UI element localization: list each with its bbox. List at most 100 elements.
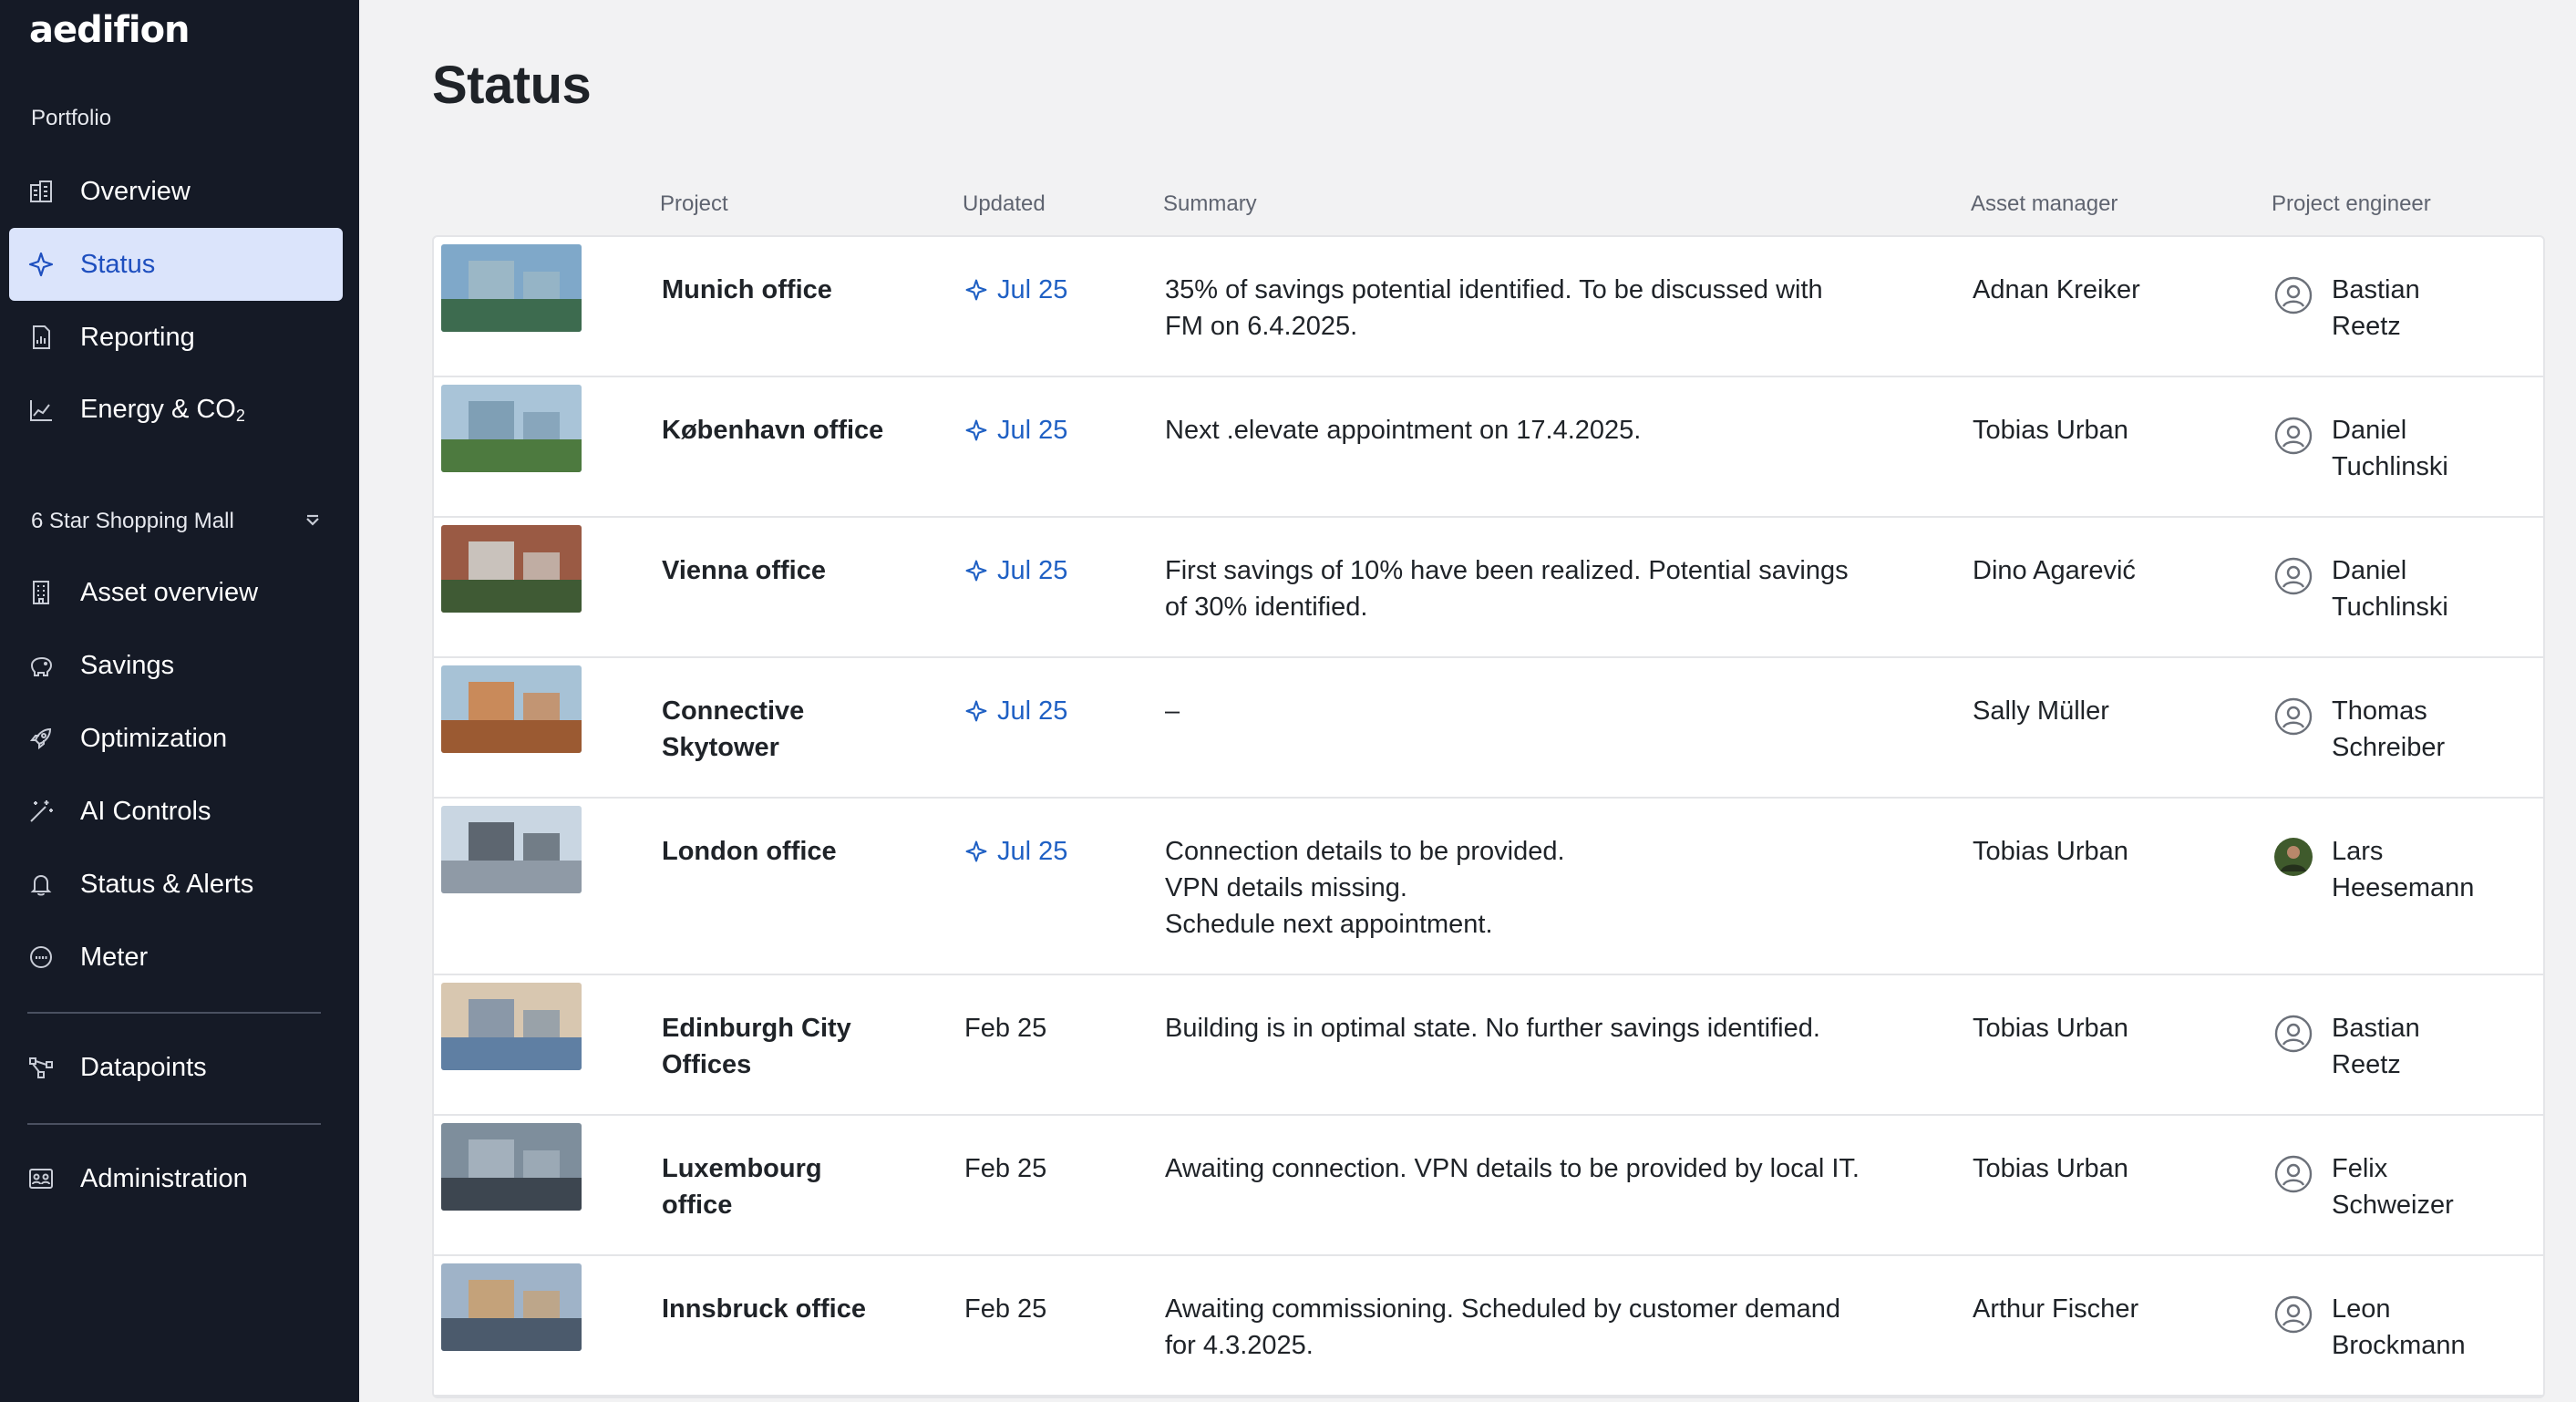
report-icon — [26, 322, 57, 353]
sidebar-item-savings[interactable]: Savings — [9, 629, 343, 702]
header-project[interactable]: Project — [660, 191, 728, 217]
project-name[interactable]: København office — [662, 412, 917, 448]
project-engineer: Leon Brockmann — [2332, 1294, 2466, 1360]
sidebar-item-optimization[interactable]: Optimization — [9, 702, 343, 775]
sparkle-icon — [965, 279, 987, 301]
sparkle-icon — [965, 419, 987, 441]
main-content: Status Project Updated Summary Asset man… — [359, 0, 2576, 1402]
sidebar-item-label: AI Controls — [80, 796, 211, 826]
sidebar-item-label: Meter — [80, 942, 149, 972]
updated-date-text: Jul 25 — [997, 837, 1068, 866]
asset-manager: Adnan Kreiker — [1973, 275, 2140, 304]
sidebar-item-asset-overview[interactable]: Asset overview — [9, 556, 343, 629]
sidebar-item-label: Optimization — [80, 723, 228, 753]
summary-text: Next .elevate appointment on 17.4.2025. — [1165, 416, 1642, 445]
administration-icon — [26, 1163, 57, 1194]
summary-text: – — [1165, 696, 1180, 726]
project-engineer: Daniel Tuchlinski — [2332, 556, 2448, 622]
sidebar-item-label: Asset overview — [80, 577, 259, 607]
updated-date: Feb 25 — [964, 1010, 1147, 1046]
gauge-icon — [26, 942, 57, 973]
project-engineer: Lars Heesemann — [2332, 837, 2475, 902]
table-header: Project Updated Summary Asset manager Pr… — [432, 191, 2545, 228]
chevron-down-icon — [306, 514, 319, 526]
sidebar-item-label: Status & Alerts — [80, 869, 254, 899]
project-name[interactable]: Edinburgh City Offices — [662, 1010, 917, 1083]
asset-manager: Dino Agarević — [1973, 556, 2136, 585]
project-thumbnail — [441, 806, 582, 893]
chart-icon — [26, 395, 57, 426]
piggy-bank-icon — [26, 650, 57, 681]
project-engineer: Bastian Reetz — [2332, 1014, 2420, 1079]
project-name[interactable]: Luxembourg office — [662, 1150, 917, 1223]
sidebar-item-status[interactable]: Status — [9, 228, 343, 301]
header-asset-manager[interactable]: Asset manager — [1971, 191, 2117, 217]
updated-date: Feb 25 — [964, 1291, 1147, 1327]
page-title: Status — [432, 56, 592, 115]
project-engineer: Daniel Tuchlinski — [2332, 416, 2448, 481]
app-root: aedifion Portfolio Overview Status Repor… — [0, 0, 2576, 1402]
project-table: Munich office Jul 25 35% of savings pote… — [432, 235, 2545, 1398]
sidebar-item-meter[interactable]: Meter — [9, 921, 343, 994]
header-summary[interactable]: Summary — [1163, 191, 1257, 217]
table-row[interactable]: Vienna office Jul 25 First savings of 10… — [434, 518, 2543, 658]
sparkle-icon — [965, 700, 987, 722]
asset-manager: Arthur Fischer — [1973, 1294, 2139, 1324]
project-name[interactable]: Connective Skytower — [662, 693, 917, 766]
project-thumbnail — [441, 983, 582, 1070]
project-name[interactable]: Munich office — [662, 272, 917, 308]
asset-selector[interactable]: 6 Star Shopping Mall — [31, 503, 323, 540]
updated-date-text: Feb 25 — [964, 1014, 1047, 1043]
summary-text: Connection details to be provided. VPN d… — [1165, 837, 1565, 939]
table-row[interactable]: Connective Skytower Jul 25 – Sally Mülle… — [434, 658, 2543, 799]
summary-text: 35% of savings potential identified. To … — [1165, 275, 1823, 341]
sidebar-item-label: Datapoints — [80, 1052, 207, 1082]
asset-manager: Sally Müller — [1973, 696, 2109, 726]
sidebar-divider — [27, 1123, 321, 1125]
updated-date-text: Feb 25 — [964, 1154, 1047, 1183]
app-logo[interactable]: aedifion — [29, 9, 191, 51]
project-thumbnail — [441, 1263, 582, 1351]
sidebar-item-label: Status — [80, 249, 156, 279]
asset-selector-value: 6 Star Shopping Mall — [31, 509, 234, 533]
sidebar-item-administration[interactable]: Administration — [9, 1142, 343, 1215]
header-updated[interactable]: Updated — [963, 191, 1046, 217]
project-name[interactable]: Innsbruck office — [662, 1291, 917, 1327]
asset-manager: Tobias Urban — [1973, 1014, 2128, 1043]
sidebar-item-label: Administration — [80, 1163, 248, 1193]
sidebar-item-reporting[interactable]: Reporting — [9, 301, 343, 374]
sidebar-item-label: Energy & CO2 — [80, 395, 245, 425]
table-row[interactable]: Innsbruck office Feb 25 Awaiting commiss… — [434, 1256, 2543, 1397]
project-thumbnail — [441, 1123, 582, 1211]
asset-manager: Tobias Urban — [1973, 837, 2128, 866]
sidebar-item-datapoints[interactable]: Datapoints — [9, 1031, 343, 1104]
table-row[interactable]: Edinburgh City Offices Feb 25 Building i… — [434, 975, 2543, 1116]
magic-wand-icon — [26, 796, 57, 827]
sidebar: aedifion Portfolio Overview Status Repor… — [0, 0, 359, 1402]
sidebar-divider — [27, 1012, 321, 1014]
sidebar-item-label: Savings — [80, 650, 175, 680]
summary-text: Awaiting commissioning. Scheduled by cus… — [1165, 1294, 1840, 1360]
asset-manager: Tobias Urban — [1973, 1154, 2128, 1183]
rocket-icon — [26, 723, 57, 754]
header-project-engineer[interactable]: Project engineer — [2272, 191, 2431, 217]
sidebar-item-ai-controls[interactable]: AI Controls — [9, 775, 343, 848]
table-row[interactable]: London office Jul 25 Connection details … — [434, 799, 2543, 975]
sidebar-item-overview[interactable]: Overview — [9, 155, 343, 228]
table-row[interactable]: Luxembourg office Feb 25 Awaiting connec… — [434, 1116, 2543, 1256]
updated-date-text: Jul 25 — [997, 275, 1068, 304]
project-name[interactable]: Vienna office — [662, 552, 917, 589]
project-thumbnail — [441, 385, 582, 472]
updated-date: Jul 25 — [964, 693, 1147, 729]
table-row[interactable]: Munich office Jul 25 35% of savings pote… — [434, 237, 2543, 377]
updated-date-text: Jul 25 — [997, 696, 1068, 726]
sidebar-item-status-alerts[interactable]: Status & Alerts — [9, 848, 343, 921]
table-row[interactable]: København office Jul 25 Next .elevate ap… — [434, 377, 2543, 518]
updated-date-text: Jul 25 — [997, 416, 1068, 445]
sidebar-item-energy-co2[interactable]: Energy & CO2 — [9, 374, 343, 447]
asset-icon — [26, 577, 57, 608]
building-icon — [26, 176, 57, 207]
project-name[interactable]: London office — [662, 833, 917, 870]
updated-date-text: Jul 25 — [997, 556, 1068, 585]
sidebar-item-label: Overview — [80, 176, 191, 206]
